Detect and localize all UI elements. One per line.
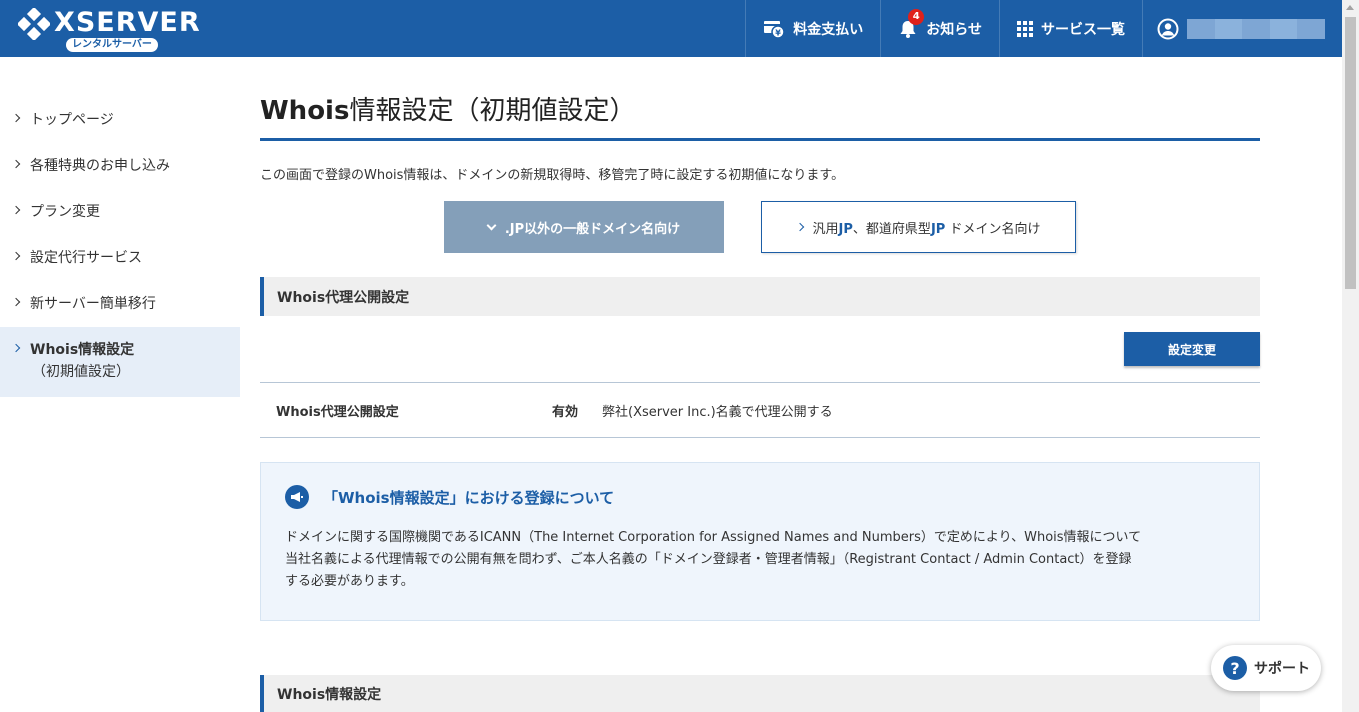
chevron-right-icon: [795, 222, 804, 232]
setting-description: 弊社(Xserver Inc.)名義で代理公開する: [602, 404, 833, 420]
scroll-up-arrow-icon[interactable]: [1346, 5, 1354, 10]
news-label: お知らせ: [926, 21, 982, 38]
notice-title: 「Whois情報設定」における登録について: [323, 488, 615, 507]
user-menu[interactable]: [1142, 0, 1342, 57]
billing-label: 料金支払い: [793, 21, 864, 38]
main-content: Whois情報設定（初期値設定） この画面で登録のWhois情報は、ドメインの新…: [260, 92, 1260, 621]
user-name-redacted: [1187, 18, 1325, 39]
notice-line-1: ドメインに関する国際機関であるICANN（The Internet Corpor…: [285, 530, 1142, 545]
intro-text: この画面で登録のWhois情報は、ドメインの新規取得時、移管完了時に設定する初期…: [260, 168, 845, 183]
chevron-right-icon: [11, 251, 21, 261]
sidebar-item-label: Whois情報設定: [30, 342, 135, 358]
billing-link[interactable]: ¥ 料金支払い: [745, 0, 880, 57]
tab-jp-text-5: ドメイン名向け: [945, 221, 1041, 237]
notice-body: ドメインに関する国際機関であるICANN（The Internet Corpor…: [285, 527, 1235, 593]
logo-mark-icon: [18, 8, 50, 40]
grid-icon: [1017, 20, 1033, 37]
sidebar-item-migration[interactable]: 新サーバー簡単移行: [0, 281, 240, 327]
setting-status: 有効: [552, 404, 579, 420]
sidebar-item-sublabel: （初期値設定）: [32, 364, 130, 380]
tab-jp-text-4: JP: [930, 221, 946, 237]
sidebar-item-label: 設定代行サービス: [30, 250, 142, 266]
notice-title-row: 「Whois情報設定」における登録について: [285, 485, 1235, 509]
chevron-right-icon: [11, 205, 21, 215]
sidebar-item-top[interactable]: トップページ: [0, 97, 240, 143]
chevron-right-icon: [11, 297, 21, 307]
sidebar-item-label: 新サーバー簡単移行: [30, 296, 156, 312]
chevron-right-icon: [11, 343, 21, 353]
top-header: XSERVER レンタルサーバー ¥ 料金支払い 4 お知らせ サービス一覧: [0, 0, 1342, 57]
services-label: サービス一覧: [1041, 21, 1125, 38]
tab-jp-text-1: 汎用: [812, 221, 839, 237]
sidebar-item-label: トップページ: [30, 112, 114, 128]
notice-line-2: 当社名義による代理情報での公開有無を問わず、ご本人名義の「ドメイン登録者・管理者…: [285, 552, 1132, 567]
sidebar-item-whois[interactable]: Whois情報設定 （初期値設定）: [0, 327, 240, 397]
header-nav: ¥ 料金支払い 4 お知らせ サービス一覧: [745, 0, 1342, 57]
page-title-rest: 情報設定（初期値設定）: [349, 96, 636, 126]
registration-notice: 「Whois情報設定」における登録について ドメインに関する国際機関であるICA…: [260, 462, 1260, 621]
sidebar-item-setup-service[interactable]: 設定代行サービス: [0, 235, 240, 281]
tab-jp-domain-label: 汎用JP、都道府県型JP ドメイン名向け: [813, 218, 1041, 237]
tab-jp-domain[interactable]: 汎用JP、都道府県型JP ドメイン名向け: [761, 201, 1076, 253]
chevron-right-icon: [11, 113, 21, 123]
news-link[interactable]: 4 お知らせ: [880, 0, 999, 57]
section-proxy-disclosure-heading: Whois代理公開設定: [260, 277, 1260, 316]
xserver-logo[interactable]: XSERVER レンタルサーバー: [18, 6, 200, 54]
logo-text: XSERVER: [54, 7, 201, 38]
question-icon: ?: [1223, 656, 1247, 680]
sidebar: トップページ 各種特典のお申し込み プラン変更 設定代行サービス 新サーバー簡単…: [0, 97, 240, 397]
logo-subtitle: レンタルサーバー: [66, 38, 158, 52]
user-icon: [1157, 18, 1179, 40]
vertical-scrollbar[interactable]: [1342, 0, 1359, 712]
chevron-down-icon: [486, 220, 497, 230]
notice-line-3: する必要があります。: [285, 574, 414, 589]
billing-icon: ¥: [763, 19, 786, 39]
button-row: 設定変更: [260, 332, 1260, 366]
tab-jp-text-2: JP: [838, 221, 853, 237]
support-label: サポート: [1254, 661, 1310, 677]
svg-text:¥: ¥: [775, 28, 781, 37]
services-link[interactable]: サービス一覧: [999, 0, 1142, 57]
sidebar-item-plan-change[interactable]: プラン変更: [0, 189, 240, 235]
section-whois-info-heading: Whois情報設定: [260, 675, 1260, 712]
page-title-bold: Whois: [260, 96, 350, 126]
sidebar-item-label: プラン変更: [30, 204, 100, 220]
domain-tabs: .JP以外の一般ドメイン名向け 汎用JP、都道府県型JP ドメイン名向け: [260, 201, 1260, 253]
tab-general-domain[interactable]: .JP以外の一般ドメイン名向け: [444, 201, 724, 253]
change-settings-button[interactable]: 設定変更: [1124, 332, 1260, 366]
tab-jp-text-3: 、都道府県型: [852, 221, 931, 237]
tab-general-domain-label: .JP以外の一般ドメイン名向け: [504, 221, 681, 237]
scroll-thumb[interactable]: [1345, 17, 1356, 289]
setting-label: Whois代理公開設定: [276, 404, 399, 420]
support-button[interactable]: ? サポート: [1211, 645, 1321, 691]
news-badge: 4: [908, 9, 925, 25]
setting-row: Whois代理公開設定 有効 弊社(Xserver Inc.)名義で代理公開する: [260, 382, 1260, 438]
megaphone-icon: [285, 485, 309, 509]
chevron-right-icon: [11, 159, 21, 169]
sidebar-item-label: 各種特典のお申し込み: [30, 158, 170, 174]
page-title: Whois情報設定（初期値設定）: [260, 92, 1260, 141]
sidebar-item-benefits[interactable]: 各種特典のお申し込み: [0, 143, 240, 189]
